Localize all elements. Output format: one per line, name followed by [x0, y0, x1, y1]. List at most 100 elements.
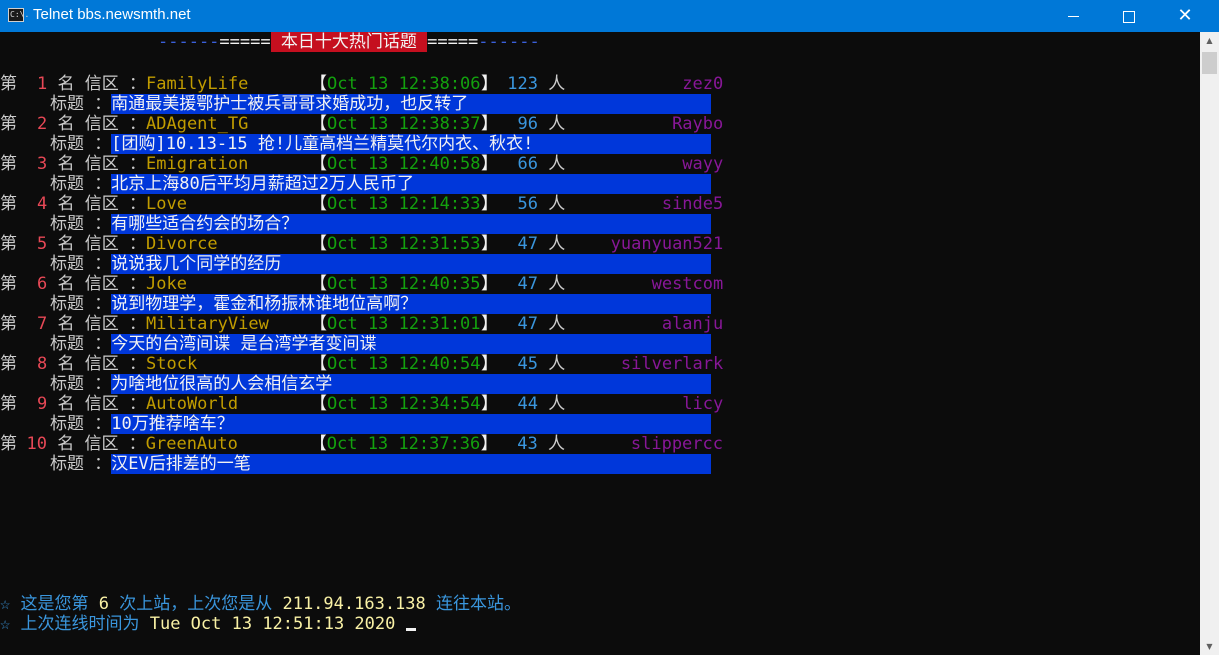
labels-colon: ：: [94, 454, 112, 474]
topic-time: Oct 13 12:40:54: [327, 354, 481, 374]
topic-board: FamilyLife: [146, 74, 249, 94]
topic-count: 66: [517, 154, 538, 174]
maximize-button[interactable]: [1106, 0, 1152, 32]
labels-board: 信区: [84, 394, 119, 414]
topic-title-row[interactable]: 标题 ：为啥地位很高的人会相信玄学: [50, 374, 712, 394]
labels-title: 标题: [50, 374, 84, 394]
topic-row[interactable]: 第 2 名 信区 ：ADAgent_TG 【Oct 13 12:38:37】 96 …: [0, 114, 723, 134]
topic-author: alanju: [661, 314, 724, 334]
labels-people: 人: [548, 394, 566, 414]
topic-rank: 2: [37, 114, 48, 134]
footer-line1-c: 连往本站。: [425, 594, 522, 614]
labels-close-bracket: 】: [481, 274, 498, 294]
scroll-down-icon[interactable]: ▼: [1200, 638, 1219, 655]
topic-title-row[interactable]: 标题 ：今天的台湾间谍 是台湾学者变间谍: [50, 334, 712, 354]
topic-row[interactable]: 第 6 名 信区 ：Joke 【Oct 13 12:40:35】 47 人 westc…: [0, 274, 723, 294]
topic-rank: 4: [37, 194, 48, 214]
close-icon: ✕: [1177, 5, 1193, 26]
labels-open-bracket: 【: [310, 314, 327, 334]
topic-row[interactable]: 第 8 名 信区 ：Stock 【Oct 13 12:40:54】 45 人 silv…: [0, 354, 723, 374]
labels-people: 人: [548, 194, 566, 214]
topic-count: 44: [517, 394, 538, 414]
topic-count: 96: [517, 114, 538, 134]
last-ip: 211.94.163.138: [282, 594, 426, 614]
topic-rank: 7: [37, 314, 48, 334]
topic-board: MilitaryView: [146, 314, 269, 334]
labels-rank-suffix: 名: [57, 434, 75, 454]
login-info-line: ☆ 这是您第 6 次上站，上次您是从 211.94.163.138 连往本站。: [0, 594, 521, 614]
topic-time: Oct 13 12:38:37: [327, 114, 481, 134]
scroll-up-icon[interactable]: ▲: [1200, 32, 1219, 49]
labels-open-bracket: 【: [309, 434, 327, 454]
labels-board: 信区: [84, 154, 119, 174]
topic-title-row[interactable]: 标题 ：说到物理学，霍金和杨振林谁地位高啊？: [50, 294, 712, 314]
topic-rank: 8: [37, 354, 48, 374]
labels-open-bracket: 【: [310, 234, 327, 254]
minimize-icon: [1067, 16, 1079, 17]
topic-row[interactable]: 第 9 名 信区 ：AutoWorld 【Oct 13 12:34:54】 44 人…: [0, 394, 723, 414]
labels-open-bracket: 【: [310, 154, 327, 174]
topic-title-row[interactable]: 标题 ：10万推荐啥车？: [50, 414, 712, 434]
labels-rank-prefix: 第: [0, 234, 17, 254]
labels-title: 标题: [50, 294, 84, 314]
topic-time: Oct 13 12:31:53: [327, 234, 481, 254]
topic-board: Stock: [146, 354, 198, 374]
topic-title-row[interactable]: 标题 ：说说我几个同学的经历: [50, 254, 712, 274]
topic-title-row[interactable]: 标题 ：[团购]10.13-15 抢!儿童高档兰精莫代尔内衣、秋衣!: [50, 134, 712, 154]
labels-board: 信区: [84, 234, 119, 254]
topic-author: zez0: [682, 74, 724, 94]
labels-rank-suffix: 名: [57, 274, 75, 294]
topic-row[interactable]: 第 5 名 信区 ：Divorce 【Oct 13 12:31:53】 47 人 yu…: [0, 234, 723, 254]
labels-title: 标题: [50, 94, 84, 114]
topic-author: slippercc: [630, 434, 723, 454]
labels-rank-suffix: 名: [57, 314, 75, 334]
topic-title-row[interactable]: 标题 ：有哪些适合约会的场合？: [50, 214, 712, 234]
console-icon: C:\.: [8, 8, 29, 22]
close-button[interactable]: ✕: [1162, 0, 1208, 32]
labels-open-bracket: 【: [310, 354, 327, 374]
topic-time: Oct 13 12:37:36: [326, 434, 481, 454]
topic-time: Oct 13 12:31:01: [327, 314, 481, 334]
labels-open-bracket: 【: [310, 194, 327, 214]
topic-row[interactable]: 第 10 名 信区 ：GreenAuto 【Oct 13 12:37:36】 43 人…: [0, 434, 723, 454]
topic-title-row[interactable]: 标题 ：南通最美援鄂护士被兵哥哥求婚成功，也反转了: [50, 94, 712, 114]
labels-colon: ：: [94, 414, 112, 434]
labels-close-bracket: 】: [481, 114, 498, 134]
minimize-button[interactable]: [1050, 0, 1096, 32]
topic-rank: 3: [37, 154, 48, 174]
maximize-icon: [1123, 10, 1135, 23]
labels-rank-prefix: 第: [0, 434, 17, 454]
topic-time: Oct 13 12:14:33: [327, 194, 481, 214]
labels-close-bracket: 】: [480, 434, 498, 454]
topic-title-row[interactable]: 标题 ：北京上海80后平均月薪超过2万人民币了: [50, 174, 712, 194]
labels-colon: ：: [94, 334, 112, 354]
topic-title: [团购]10.13-15 抢!儿童高档兰精莫代尔内衣、秋衣!: [111, 134, 712, 154]
text-cursor: [405, 628, 416, 631]
topic-rank: 9: [37, 394, 48, 414]
footer-line2-a: 上次连线时间为: [10, 614, 150, 634]
topic-row[interactable]: 第 1 名 信区 ：FamilyLife 【Oct 13 12:38:06】 123…: [0, 74, 723, 94]
topic-title-row[interactable]: 标题 ：汉EV后排差的一笔: [50, 454, 712, 474]
vertical-scrollbar[interactable]: ▲ ▼: [1200, 32, 1219, 655]
topic-author: yuanyuan521: [610, 234, 724, 254]
login-count: 6: [98, 594, 109, 614]
labels-colon: ：: [129, 194, 146, 214]
topic-row[interactable]: 第 7 名 信区 ：MilitaryView 【Oct 13 12:31:01】 4…: [0, 314, 723, 334]
labels-rank-suffix: 名: [57, 394, 75, 414]
topic-row[interactable]: 第 3 名 信区 ：Emigration 【Oct 13 12:40:58】 66 …: [0, 154, 723, 174]
terminal-screen[interactable]: ------===== 本日十大热门话题 =====------ 第 1 名 信…: [0, 32, 1200, 655]
labels-people: 人: [548, 154, 566, 174]
header-line: ------===== 本日十大热门话题 =====------: [158, 32, 540, 52]
topic-title: 北京上海80后平均月薪超过2万人民币了: [111, 174, 712, 194]
title-bar: C:\. Telnet bbs.newsmth.net ✕: [0, 0, 1219, 32]
star-icon: ☆: [0, 594, 11, 614]
topic-time: Oct 13 12:38:06: [327, 74, 481, 94]
topic-row[interactable]: 第 4 名 信区 ：Love 【Oct 13 12:14:33】 56 人 sinde…: [0, 194, 723, 214]
labels-board: 信区: [84, 274, 119, 294]
last-login-line: ☆ 上次连线时间为 Tue Oct 13 12:51:13 2020: [0, 614, 416, 634]
labels-rank-prefix: 第: [0, 314, 17, 334]
topic-title: 为啥地位很高的人会相信玄学: [111, 374, 712, 394]
topic-board: AutoWorld: [146, 394, 239, 414]
topic-board: GreenAuto: [145, 434, 238, 454]
scroll-thumb[interactable]: [1202, 52, 1217, 74]
